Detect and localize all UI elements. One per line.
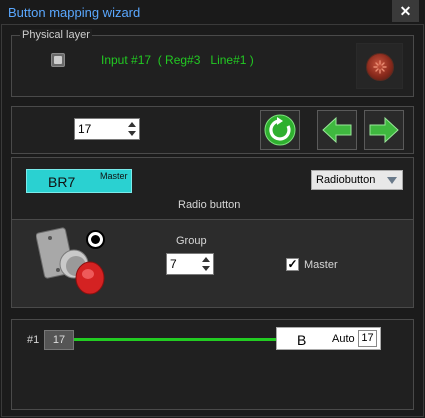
- type-select-value: Radiobutton: [316, 174, 376, 186]
- mapping-link-line: [74, 338, 276, 341]
- spin-down-icon[interactable]: [128, 131, 136, 136]
- index-value: 17: [78, 122, 92, 136]
- button-name-badge[interactable]: BR7 Master: [26, 169, 132, 193]
- mapping-auto-label: Auto: [332, 333, 355, 345]
- mapping-target[interactable]: B Auto 17: [276, 327, 381, 350]
- index-spinner[interactable]: 17: [74, 118, 140, 140]
- button-name: BR7: [48, 174, 76, 190]
- title-bar: Button mapping wizard ✕: [0, 0, 425, 24]
- chevron-down-icon: [387, 177, 397, 184]
- radio-indicator-icon: [86, 230, 105, 249]
- group-value: 7: [170, 257, 177, 271]
- mapping-line-label: #1: [27, 334, 40, 346]
- mapping-target-value[interactable]: 17: [358, 330, 377, 347]
- refresh-button[interactable]: [260, 110, 300, 150]
- window-title: Button mapping wizard: [8, 5, 141, 20]
- spin-down-icon[interactable]: [202, 266, 210, 271]
- status-led-box: [356, 43, 403, 89]
- refresh-icon: [264, 114, 296, 146]
- group-spinner[interactable]: 7: [166, 253, 214, 275]
- mapping-source[interactable]: 17: [44, 330, 74, 350]
- master-label: Master: [304, 259, 338, 271]
- spin-up-icon[interactable]: [128, 122, 136, 127]
- mapping-target-letter: B: [297, 332, 307, 348]
- arrow-left-icon: [322, 116, 352, 144]
- master-checkbox[interactable]: ✓: [286, 258, 299, 271]
- physical-toggle[interactable]: [51, 53, 65, 67]
- spin-up-icon[interactable]: [202, 257, 210, 262]
- status-led-icon: [366, 53, 394, 81]
- close-button[interactable]: ✕: [392, 0, 419, 22]
- next-button[interactable]: [364, 110, 404, 150]
- type-caption: Radio button: [178, 199, 241, 211]
- mapping-source-value: 17: [52, 334, 66, 346]
- input-label: Input #17 ( Reg#3 Line#1 ): [101, 53, 254, 67]
- physical-layer-legend: Physical layer: [20, 29, 92, 41]
- previous-button[interactable]: [317, 110, 357, 150]
- close-icon: ✕: [399, 3, 412, 19]
- type-select[interactable]: Radiobutton: [311, 170, 403, 190]
- button-master-tag: Master: [100, 171, 128, 181]
- arrow-right-icon: [369, 116, 399, 144]
- group-label: Group: [176, 235, 207, 247]
